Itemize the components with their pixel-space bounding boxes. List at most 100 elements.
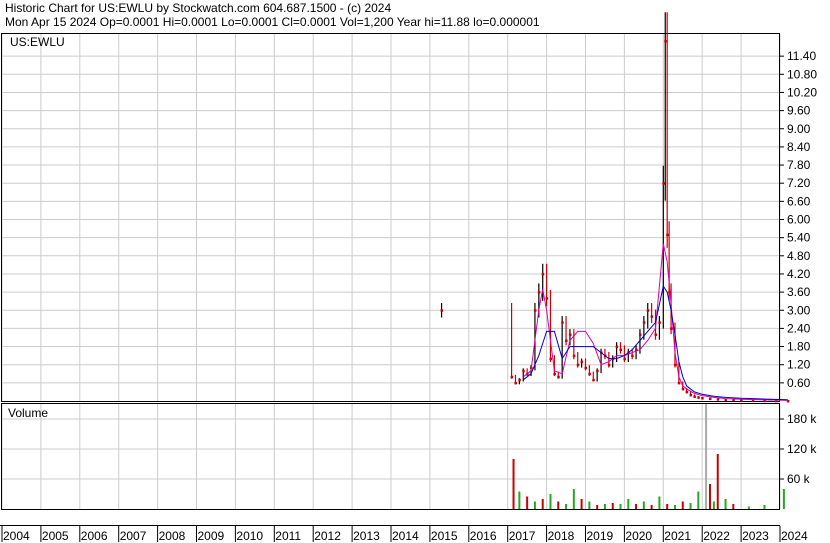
year-tick-label: 2005 [42, 529, 69, 543]
price-point [664, 40, 667, 43]
price-point [685, 390, 689, 394]
price-tick-label: 5.40 [787, 231, 811, 245]
year-tick-label: 2021 [664, 529, 691, 543]
volume-bar [611, 503, 614, 509]
price-point [631, 354, 634, 358]
price-tick-label: 1.80 [787, 340, 811, 354]
price-tick-label: 11.40 [787, 49, 816, 63]
price-tick-label: 6.60 [787, 194, 811, 208]
price-point [615, 345, 619, 349]
price-point [518, 378, 521, 382]
year-tick-label: 2018 [548, 529, 575, 543]
volume-bar [708, 484, 711, 509]
price-point [565, 339, 568, 342]
year-tick-label: 2011 [275, 529, 301, 543]
volume-bar [541, 499, 544, 509]
volume-bar [689, 503, 692, 509]
volume-bar [588, 501, 591, 509]
price-point [522, 369, 525, 373]
price-tick-label: 3.00 [787, 303, 811, 317]
price-point [541, 272, 545, 276]
volume-bar [716, 454, 719, 509]
price-point [693, 395, 696, 398]
volume-bar [526, 496, 529, 509]
year-tick-label: 2009 [198, 529, 225, 543]
year-tick-label: 2020 [625, 529, 652, 543]
price-point [689, 393, 693, 397]
price-point [670, 327, 673, 330]
price-point [561, 321, 564, 324]
volume-bar [697, 491, 700, 509]
price-point [580, 360, 584, 364]
volume-bar [658, 496, 661, 509]
price-point [588, 372, 591, 376]
price-point [677, 381, 681, 385]
price-tick-label: 7.20 [787, 176, 811, 190]
price-point [576, 363, 580, 367]
volume-bar [549, 494, 552, 509]
price-point [533, 309, 537, 312]
price-tick-label: 4.80 [787, 249, 811, 263]
price-tick-label: 9.60 [787, 104, 811, 118]
price-tick-label: 4.20 [787, 267, 811, 281]
year-tick-label: 2010 [236, 529, 263, 543]
volume-bar [747, 506, 750, 509]
volume-bar [580, 499, 583, 509]
price-point [545, 297, 549, 300]
year-tick-label: 2004 [3, 529, 30, 543]
price-point [568, 333, 572, 336]
year-tick-label: 2019 [587, 529, 614, 543]
price-panel-label: US:EWLU [10, 35, 65, 49]
price-point [658, 321, 661, 324]
year-tick-label: 2015 [431, 529, 458, 543]
volume-bar [673, 505, 676, 509]
price-point [650, 315, 654, 318]
price-point [681, 387, 685, 391]
volume-y-axis: 60 k 120 k 180 k [780, 412, 817, 486]
price-point [584, 366, 587, 370]
volume-gridlines [1, 404, 781, 509]
year-tick-label: 2016 [470, 529, 497, 543]
volume-bar [681, 501, 684, 509]
price-point [553, 372, 556, 376]
year-tick-label: 2024 [781, 529, 808, 543]
volume-bar [642, 501, 645, 509]
year-tick-label: 2023 [742, 529, 769, 543]
price-point [708, 397, 712, 401]
volume-bars [512, 404, 785, 509]
volume-bar [724, 499, 727, 509]
price-point [654, 333, 658, 336]
volume-tick-label: 60 k [787, 472, 811, 486]
volume-bar [650, 505, 653, 509]
price-point [537, 291, 541, 294]
price-tick-label: 10.20 [787, 85, 817, 99]
volume-bar [512, 459, 515, 509]
volume-bar [712, 501, 715, 509]
price-point [596, 369, 599, 373]
volume-bar [518, 491, 521, 509]
price-tick-label: 1.20 [787, 358, 811, 372]
price-series [440, 12, 790, 403]
volume-bar [533, 501, 536, 509]
price-tick-label: 9.00 [787, 122, 811, 136]
price-tick-label: 10.80 [787, 67, 817, 81]
volume-bar [572, 489, 575, 509]
year-tick-label: 2007 [120, 529, 147, 543]
year-tick-label: 2013 [353, 529, 380, 543]
year-tick-label: 2012 [314, 529, 341, 543]
price-point [514, 381, 517, 385]
price-point [716, 398, 720, 401]
price-tick-label: 6.00 [787, 213, 811, 227]
volume-bar [705, 404, 708, 509]
volume-tick-label: 120 k [787, 442, 817, 456]
year-tick-label: 2017 [509, 529, 536, 543]
price-point [619, 348, 623, 352]
price-tick-label: 3.60 [787, 285, 811, 299]
price-tick-label: 8.40 [787, 140, 811, 154]
price-point [510, 375, 514, 379]
price-point [701, 396, 704, 400]
year-tick-label: 2022 [703, 529, 730, 543]
price-point [697, 396, 700, 399]
volume-bar [763, 505, 766, 509]
volume-bar [732, 504, 735, 509]
